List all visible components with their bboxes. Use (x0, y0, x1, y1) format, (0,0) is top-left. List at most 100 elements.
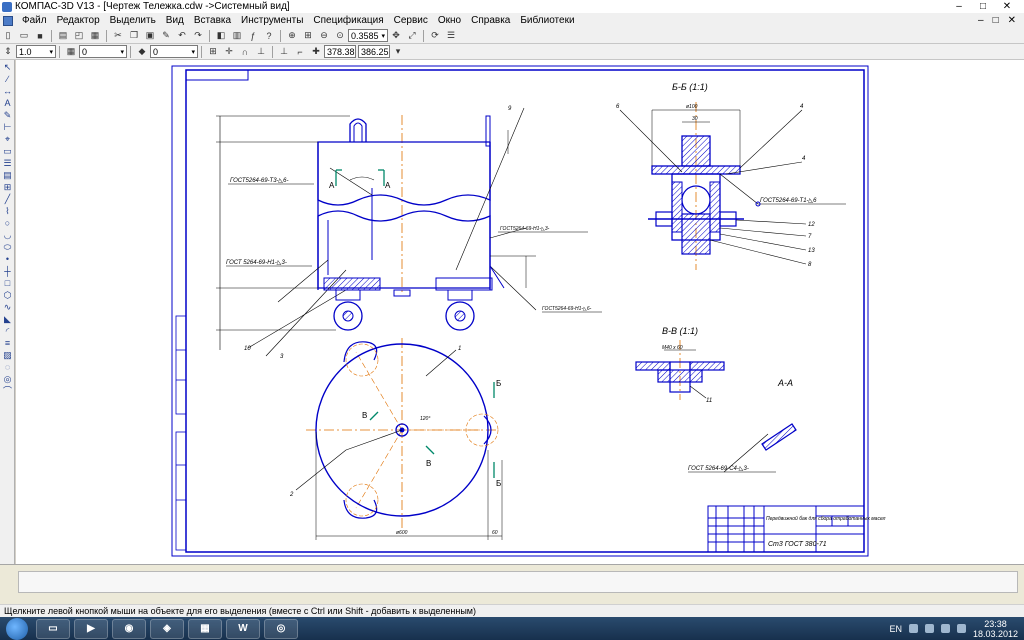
zoom-out-icon[interactable]: ⊖ (317, 29, 331, 42)
coord-x-input[interactable]: 378.38 (324, 45, 356, 58)
rectangle-icon[interactable]: □ (2, 278, 13, 288)
menu-file[interactable]: Файл (17, 15, 52, 26)
designations-tool-icon[interactable]: A (2, 98, 13, 108)
menu-view[interactable]: Вид (161, 15, 189, 26)
aux-line-icon[interactable]: ┼ (2, 266, 13, 276)
doc-minimize-button[interactable]: – (978, 15, 984, 26)
view-select[interactable]: 0 ▾ (79, 45, 127, 58)
snap-magnet-icon[interactable]: ∩ (238, 45, 252, 58)
coord-axis-icon[interactable]: ⊥ (277, 45, 291, 58)
menu-specification[interactable]: Спецификация (308, 15, 388, 26)
properties-icon[interactable]: ▦ (88, 29, 102, 42)
undo-icon[interactable]: ↶ (175, 29, 189, 42)
preview-icon[interactable]: ◰ (72, 29, 86, 42)
library-icon[interactable]: ▥ (230, 29, 244, 42)
manager-icon[interactable]: ◧ (214, 29, 228, 42)
start-button[interactable] (6, 617, 28, 640)
taskbar-kompas-active-icon[interactable]: ◎ (264, 618, 298, 639)
help-pointer-icon[interactable]: ? (262, 29, 276, 42)
local-cs-icon[interactable]: ✛ (222, 45, 236, 58)
refresh-icon[interactable]: ⟳ (428, 29, 442, 42)
point-icon[interactable]: • (2, 254, 13, 264)
zoom-window-icon[interactable]: ⊞ (301, 29, 315, 42)
cursor-coords-icon[interactable]: ✚ (309, 45, 323, 58)
menu-insert[interactable]: Вставка (189, 15, 236, 26)
spec-tool-icon[interactable]: ☰ (2, 158, 13, 168)
variables-icon[interactable]: ƒ (246, 29, 260, 42)
taskbar-kompas-icon[interactable]: ◈ (150, 618, 184, 639)
ortho-icon[interactable]: ⊥ (254, 45, 268, 58)
copy-icon[interactable]: ❐ (127, 29, 141, 42)
open-file-icon[interactable]: ▭ (17, 29, 31, 42)
reports-tool-icon[interactable]: ▤ (2, 170, 13, 180)
parametrization-tool-icon[interactable]: ⊢ (2, 122, 13, 132)
taskbar-word-icon[interactable]: W (226, 618, 260, 639)
circle-icon[interactable]: ○ (2, 218, 13, 228)
pan-icon[interactable]: ✥ (389, 29, 403, 42)
dimensions-tool-icon[interactable]: ↔ (2, 86, 13, 96)
insert-tool-icon[interactable]: ⊞ (2, 182, 13, 192)
print-icon[interactable]: ▤ (56, 29, 70, 42)
menu-tools[interactable]: Инструменты (236, 15, 308, 26)
zoom-scale-icon[interactable]: ⊙ (333, 29, 347, 42)
menu-editor[interactable]: Редактор (52, 15, 105, 26)
equidistant-icon[interactable]: ≡ (2, 338, 13, 348)
taskbar-explorer-icon[interactable]: ▭ (36, 618, 70, 639)
menu-window[interactable]: Окно (433, 15, 466, 26)
segment-icon[interactable]: ╱ (2, 194, 13, 204)
zoom-in-icon[interactable]: ⊕ (285, 29, 299, 42)
maximize-button[interactable]: □ (976, 1, 990, 12)
drawing-canvas[interactable]: ГОСТ5264-69-Т3-◺6- ГОСТ 5264-69-Н1-◺3- Г… (16, 60, 1024, 564)
spline-icon[interactable]: ∿ (2, 302, 13, 312)
layer-select[interactable]: 0 ▾ (150, 45, 198, 58)
polygon-icon[interactable]: ⬡ (2, 290, 13, 300)
menu-select[interactable]: Выделить (105, 15, 161, 26)
close-button[interactable]: ✕ (1000, 1, 1014, 12)
taskbar-media-player-icon[interactable]: ▶ (74, 618, 108, 639)
drawing-sheet[interactable]: ГОСТ5264-69-Т3-◺6- ГОСТ 5264-69-Н1-◺3- Г… (16, 60, 1024, 564)
document-icon[interactable] (3, 15, 13, 26)
coord-y-input[interactable]: 386.25 (358, 45, 390, 58)
tray-flag-icon[interactable] (908, 624, 918, 633)
taskbar-chrome-icon[interactable]: ◉ (112, 618, 146, 639)
select-tool-icon[interactable]: ↖ (2, 62, 13, 72)
menu-libraries[interactable]: Библиотеки (515, 15, 579, 26)
edit-tool-icon[interactable]: ✎ (2, 110, 13, 120)
zoom-fit-icon[interactable]: ⤢ (405, 29, 419, 42)
doc-close-button[interactable]: ✕ (1008, 15, 1016, 26)
tray-power-icon[interactable] (956, 624, 966, 633)
grid-icon[interactable]: ⊞ (206, 45, 220, 58)
minimize-button[interactable]: – (952, 1, 966, 12)
fillet-icon[interactable]: ◜ (2, 326, 13, 336)
tangent-icon[interactable]: ⌒ (2, 386, 13, 396)
select-frame-icon[interactable]: ▭ (2, 146, 13, 156)
taskbar-app-icon[interactable]: ▦ (188, 618, 222, 639)
menu-help[interactable]: Справка (466, 15, 515, 26)
geometry-tool-icon[interactable]: ∕ (2, 74, 13, 84)
cut-icon[interactable]: ✂ (111, 29, 125, 42)
menu-service[interactable]: Сервис (389, 15, 433, 26)
tray-clock[interactable]: 23:38 18.03.2012 (973, 619, 1018, 639)
coord-origin-icon[interactable]: ⌐ (293, 45, 307, 58)
redo-icon[interactable]: ↷ (191, 29, 205, 42)
measure-tool-icon[interactable]: ⌖ (2, 134, 13, 144)
view-state-icon[interactable]: ▦ (64, 45, 78, 58)
tray-network-icon[interactable] (924, 624, 934, 633)
property-panel-content[interactable] (18, 571, 1018, 593)
zoom-input[interactable]: 0.3585 ▾ (348, 29, 388, 42)
chamfer-icon[interactable]: ◣ (2, 314, 13, 324)
layers-icon[interactable]: ☰ (444, 29, 458, 42)
tray-volume-icon[interactable] (940, 624, 950, 633)
paste-icon[interactable]: ▣ (143, 29, 157, 42)
doc-maximize-button[interactable]: □ (993, 15, 999, 26)
collect-icon[interactable]: ◎ (2, 374, 13, 384)
save-icon[interactable]: ■ (33, 29, 47, 42)
layer-state-icon[interactable]: ◆ (135, 45, 149, 58)
cursor-step-input[interactable]: 1.0 ▾ (16, 45, 56, 58)
new-file-icon[interactable]: ▯ (1, 29, 15, 42)
step-icon[interactable]: ⇕ (1, 45, 15, 58)
contour-icon[interactable]: ◌ (2, 362, 13, 372)
polyline-icon[interactable]: ⌇ (2, 206, 13, 216)
coords-lock-icon[interactable]: ▾ (391, 45, 405, 58)
language-indicator[interactable]: EN (889, 624, 902, 634)
